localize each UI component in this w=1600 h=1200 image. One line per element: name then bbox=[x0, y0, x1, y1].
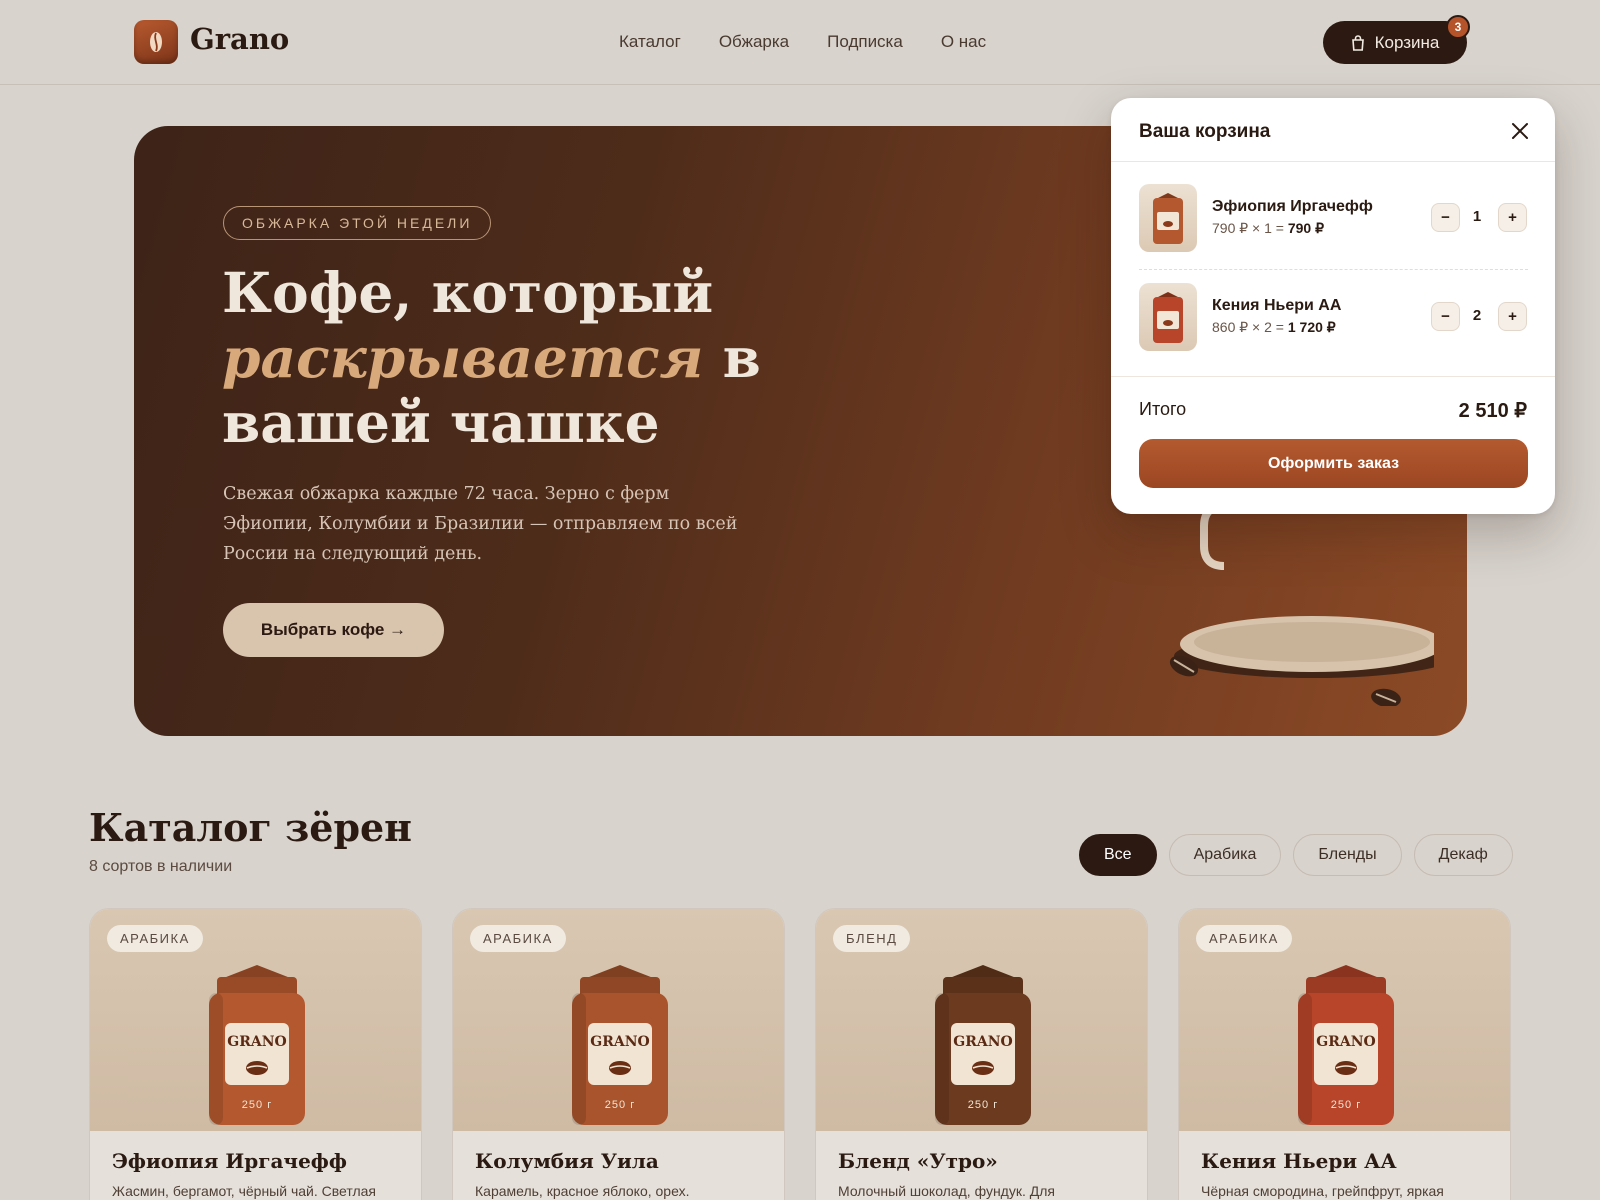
filter-blends[interactable]: Бленды bbox=[1293, 834, 1402, 876]
cart-item-divider bbox=[1139, 269, 1528, 270]
quantity-decrease-button[interactable]: − bbox=[1431, 302, 1460, 331]
product-description: Чёрная смородина, грейпфрут, яркая bbox=[1201, 1183, 1444, 1199]
bag-weight-text: 250 г bbox=[968, 1099, 998, 1111]
catalog-filters: Все Арабика Бленды Декаф bbox=[1079, 834, 1513, 876]
close-icon[interactable] bbox=[1511, 122, 1529, 140]
main-nav: Каталог Обжарка Подписка О нас bbox=[619, 32, 986, 52]
product-image: АРАБИКА GRANO 250 г bbox=[90, 909, 421, 1131]
hero-title-line1: Кофе, который bbox=[222, 260, 714, 325]
product-name: Кения Ньери АА bbox=[1201, 1149, 1397, 1173]
product-card[interactable]: АРАБИКА GRANO 250 г Кения Ньери АА Чёрна… bbox=[1178, 908, 1511, 1200]
catalog-subtitle: 8 сортов в наличии bbox=[89, 858, 233, 875]
logo-mark[interactable] bbox=[134, 20, 178, 64]
coffee-bag-icon: GRANO 250 г bbox=[1298, 965, 1394, 1125]
product-tag: АРАБИКА bbox=[1196, 925, 1292, 952]
product-name: Эфиопия Иргачефф bbox=[112, 1149, 347, 1173]
bag-brand-text: GRANO bbox=[227, 1034, 286, 1050]
product-card[interactable]: БЛЕНД GRANO 250 г Бленд «Утро» Молочный … bbox=[815, 908, 1148, 1200]
cart-item-line-total: 1 720 ₽ bbox=[1287, 319, 1336, 335]
hero-title-line3: вашей чашке bbox=[222, 390, 660, 455]
bag-weight-text: 250 г bbox=[605, 1099, 635, 1111]
coffee-bag-icon bbox=[1153, 292, 1183, 343]
checkout-button[interactable]: Оформить заказ bbox=[1139, 439, 1528, 488]
cart-item-price: 860 ₽ × 2 = 1 720 ₽ bbox=[1212, 319, 1336, 335]
product-description: Жасмин, бергамот, чёрный чай. Светлая bbox=[112, 1183, 376, 1199]
site-header: Grano Каталог Обжарка Подписка О нас Кор… bbox=[0, 0, 1600, 85]
cart-popover-title: Ваша корзина bbox=[1139, 121, 1271, 142]
hero-description: Свежая обжарка каждые 72 часа. Зерно с ф… bbox=[223, 484, 738, 564]
quantity-increase-button[interactable]: + bbox=[1498, 203, 1527, 232]
quantity-value: 2 bbox=[1472, 307, 1482, 324]
product-description: Молочный шоколад, фундук. Для bbox=[838, 1183, 1055, 1199]
product-image: АРАБИКА GRANO 250 г bbox=[453, 909, 784, 1131]
hero-title: Кофе, который раскрывается в вашей чашке bbox=[222, 260, 842, 455]
coffee-bag-icon: GRANO 250 г bbox=[209, 965, 305, 1125]
coffee-bag-icon: GRANO 250 г bbox=[572, 965, 668, 1125]
product-image: БЛЕНД GRANO 250 г bbox=[816, 909, 1147, 1131]
nav-item-catalog[interactable]: Каталог bbox=[619, 32, 681, 52]
product-card[interactable]: АРАБИКА GRANO 250 г Эфиопия Иргачефф Жас… bbox=[89, 908, 422, 1200]
cart-item-price: 790 ₽ × 1 = 790 ₽ bbox=[1212, 220, 1325, 236]
product-description: Карамель, красное яблоко, орех. bbox=[475, 1183, 690, 1199]
coffee-bag-icon: GRANO 250 г bbox=[935, 965, 1031, 1125]
coffee-bag-icon bbox=[1153, 193, 1183, 244]
quantity-decrease-button[interactable]: − bbox=[1431, 203, 1460, 232]
catalog-title: Каталог зёрен bbox=[89, 805, 412, 850]
quantity-value: 1 bbox=[1472, 208, 1482, 225]
nav-item-roasting[interactable]: Обжарка bbox=[719, 32, 789, 52]
bag-weight-text: 250 г bbox=[242, 1099, 272, 1111]
brand-name[interactable]: Grano bbox=[190, 22, 289, 56]
filter-decaf[interactable]: Декаф bbox=[1413, 834, 1513, 876]
bag-brand-text: GRANO bbox=[953, 1034, 1012, 1050]
cart-item-name: Кения Ньери АА bbox=[1212, 297, 1342, 314]
cart-item-line-total: 790 ₽ bbox=[1287, 220, 1325, 236]
cart-total-value: 2 510 ₽ bbox=[1458, 400, 1527, 422]
cart-item-name: Эфиопия Иргачефф bbox=[1212, 198, 1373, 215]
cart-popover: Ваша корзина Эфиопия Иргачефф 790 ₽ × 1 … bbox=[1111, 98, 1555, 514]
product-name: Колумбия Уила bbox=[475, 1149, 659, 1173]
quantity-increase-button[interactable]: + bbox=[1498, 302, 1527, 331]
bag-weight-text: 250 г bbox=[1331, 1099, 1361, 1111]
product-name: Бленд «Утро» bbox=[838, 1149, 998, 1173]
bag-brand-text: GRANO bbox=[590, 1034, 649, 1050]
coffee-bean-icon bbox=[150, 32, 162, 52]
choose-coffee-button[interactable]: Выбрать кофе → bbox=[223, 603, 444, 657]
product-card[interactable]: АРАБИКА GRANO 250 г Колумбия Уила Караме… bbox=[452, 908, 785, 1200]
cart-item: Эфиопия Иргачефф 790 ₽ × 1 = 790 ₽ − 1 + bbox=[1139, 184, 1528, 252]
nav-item-subscription[interactable]: Подписка bbox=[827, 32, 903, 52]
product-tag: АРАБИКА bbox=[470, 925, 566, 952]
cart-item-thumbnail bbox=[1139, 283, 1197, 351]
cart-popover-header: Ваша корзина bbox=[1111, 98, 1555, 162]
hero-title-after-accent: в bbox=[703, 325, 761, 390]
bag-brand-text: GRANO bbox=[1316, 1034, 1375, 1050]
cart-item: Кения Ньери АА 860 ₽ × 2 = 1 720 ₽ − 2 + bbox=[1139, 283, 1528, 351]
cart-count-badge: 3 bbox=[1446, 15, 1470, 39]
filter-arabica[interactable]: Арабика bbox=[1168, 834, 1282, 876]
product-tag: АРАБИКА bbox=[107, 925, 203, 952]
cart-total-divider bbox=[1111, 376, 1555, 377]
cart-item-thumbnail bbox=[1139, 184, 1197, 252]
shopping-bag-icon bbox=[1351, 34, 1364, 51]
nav-item-about[interactable]: О нас bbox=[941, 32, 986, 52]
product-tag: БЛЕНД bbox=[833, 925, 911, 952]
cart-button-label: Корзина bbox=[1374, 32, 1440, 52]
filter-all[interactable]: Все bbox=[1079, 834, 1157, 876]
hero-title-accent: раскрывается bbox=[222, 325, 704, 390]
cart-total-label: Итого bbox=[1139, 399, 1187, 419]
product-image: АРАБИКА GRANO 250 г bbox=[1179, 909, 1510, 1131]
hero-badge: ОБЖАРКА ЭТОЙ НЕДЕЛИ bbox=[223, 206, 492, 240]
